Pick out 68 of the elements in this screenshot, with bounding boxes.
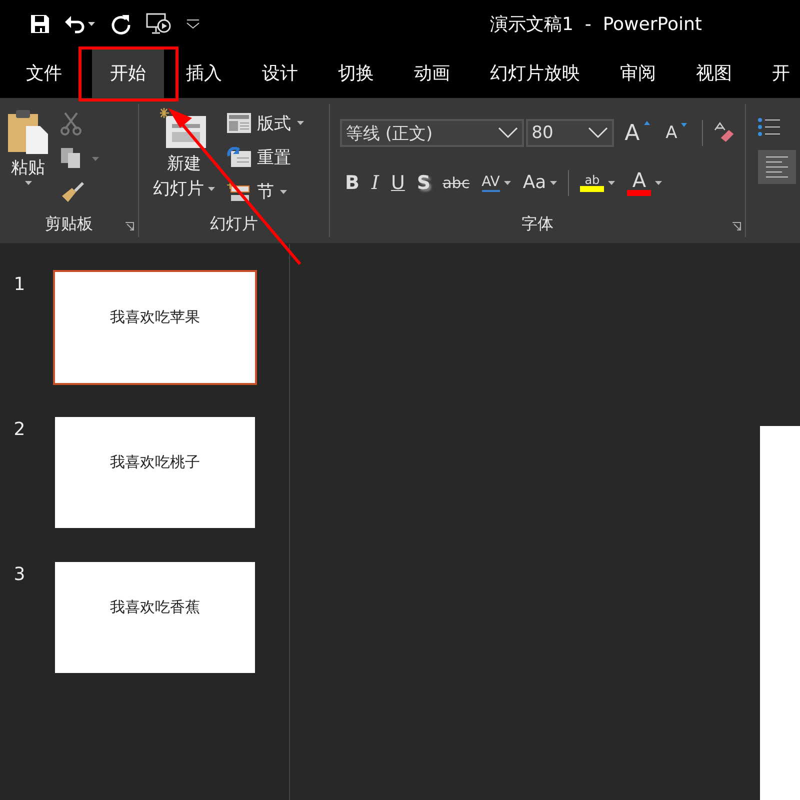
color-bar-icon <box>580 186 604 192</box>
caret-icon <box>608 180 616 185</box>
font-size-field[interactable]: 80 <box>526 119 614 148</box>
format-button[interactable]: abc <box>438 174 475 192</box>
slide-number: 3 <box>12 564 26 585</box>
slideshow-icon[interactable] <box>146 12 172 36</box>
ribbon-tab[interactable]: 开始 <box>92 48 164 98</box>
grow-font-button[interactable]: A <box>620 120 655 146</box>
group-label: 剪贴板 <box>44 214 93 234</box>
ribbon-tab[interactable]: 动画 <box>396 48 468 98</box>
format-button[interactable]: AV <box>476 174 516 192</box>
caret-icon <box>24 181 32 185</box>
caret-icon <box>550 180 558 185</box>
bullets-icon[interactable] <box>758 118 780 136</box>
redo-icon[interactable] <box>110 13 132 35</box>
slide-thumbnail[interactable]: 我喜欢吃香蕉 <box>53 560 257 675</box>
copy-icon[interactable] <box>60 146 100 168</box>
ribbon-tab[interactable]: 视图 <box>678 48 750 98</box>
caret-icon <box>296 121 304 126</box>
layout-button[interactable]: 版式 <box>224 110 306 137</box>
triangle-down-icon <box>681 123 688 128</box>
chevron-down-icon <box>498 127 518 140</box>
slide-thumbnail[interactable]: 我喜欢吃苹果 <box>53 270 257 385</box>
ribbon-tab[interactable]: 设计 <box>244 48 316 98</box>
ribbon-tab[interactable]: 切换 <box>320 48 392 98</box>
ribbon-tab[interactable]: 审阅 <box>602 48 674 98</box>
section-button[interactable]: 节 <box>224 178 306 206</box>
font-color-button[interactable]: A <box>622 170 668 196</box>
section-icon <box>226 182 251 202</box>
caret-icon <box>655 180 662 185</box>
color-bar-icon <box>627 190 652 196</box>
font-name-field[interactable]: 等线 (正文) <box>340 119 524 148</box>
caret-icon <box>208 186 215 190</box>
ribbon-tab[interactable]: 幻灯片放映 <box>472 48 598 98</box>
ribbon-tab[interactable]: 文件 <box>8 48 80 98</box>
format-button[interactable]: Aa <box>518 172 562 194</box>
dialog-launcher-icon[interactable] <box>124 222 134 231</box>
slide-thumbnail[interactable]: 我喜欢吃桃子 <box>53 415 257 530</box>
eraser-icon[interactable] <box>713 122 735 144</box>
ribbon-tab[interactable]: 插入 <box>168 48 240 98</box>
highlight-button[interactable]: ab <box>575 174 620 192</box>
layout-icon <box>226 113 251 134</box>
caret-icon <box>280 190 287 194</box>
paste-button[interactable]: 粘贴 <box>0 104 56 211</box>
format-button[interactable]: I <box>366 172 384 194</box>
format-button[interactable]: U <box>386 172 410 194</box>
triangle-up-icon <box>644 120 650 125</box>
save-icon[interactable] <box>30 14 50 34</box>
format-button[interactable]: S <box>412 172 436 194</box>
customize-icon[interactable] <box>186 19 200 29</box>
scissors-icon[interactable] <box>60 112 82 136</box>
slide-number: 2 <box>12 419 26 440</box>
clipboard-icon <box>6 108 50 154</box>
shrink-font-button[interactable]: A <box>660 123 692 144</box>
undo-icon[interactable] <box>64 14 96 34</box>
slide-number: 1 <box>12 274 26 295</box>
ribbon-tab[interactable]: 开 <box>754 48 800 98</box>
reset-icon <box>226 147 251 168</box>
format-button[interactable]: B <box>340 172 364 194</box>
chevron-down-icon <box>588 127 608 140</box>
reset-button[interactable]: 重置 <box>224 144 306 171</box>
dialog-launcher-icon[interactable] <box>732 222 741 231</box>
window-title: 演示文稿1 - PowerPoint <box>490 13 702 36</box>
caret-icon <box>504 180 511 185</box>
group-label: 幻灯片 <box>210 214 258 234</box>
group-label: 字体 <box>522 214 554 234</box>
align-left-icon[interactable] <box>758 150 796 184</box>
paintbrush-icon[interactable] <box>60 180 84 204</box>
